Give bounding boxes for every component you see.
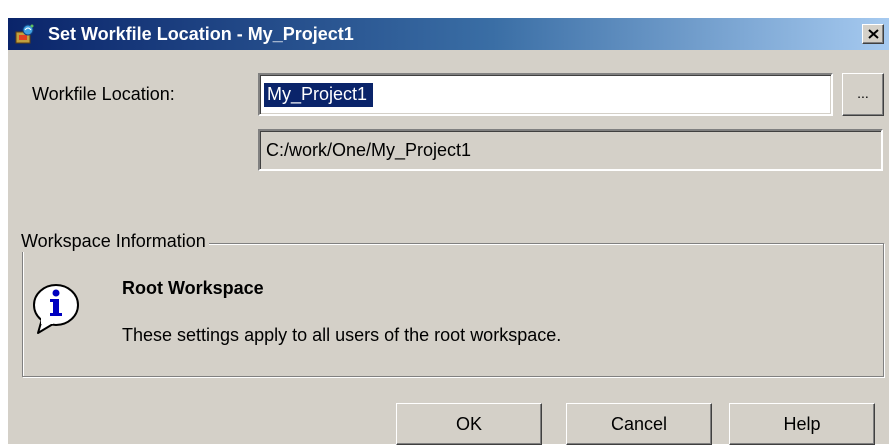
workfile-location-label: Workfile Location: xyxy=(32,84,175,104)
workspace-information-label: Workspace Information xyxy=(19,231,209,252)
workspace-title: Root Workspace xyxy=(122,278,264,298)
close-button[interactable] xyxy=(862,24,884,44)
resolved-path-field: C:/work/One/My_Project1 xyxy=(258,129,883,171)
info-icon xyxy=(33,284,79,334)
browse-button[interactable]: ... xyxy=(842,73,884,116)
cancel-button[interactable]: Cancel xyxy=(566,403,712,445)
workspace-information-group xyxy=(22,243,884,377)
workfile-location-value: My_Project1 xyxy=(264,83,374,107)
workspace-description: These settings apply to all users of the… xyxy=(122,325,562,345)
workfile-location-input[interactable]: My_Project1 xyxy=(258,73,833,116)
resolved-path-text: C:/work/One/My_Project1 xyxy=(266,140,472,160)
help-button[interactable]: Help xyxy=(729,403,875,445)
close-icon xyxy=(868,29,879,39)
ok-button[interactable]: OK xyxy=(396,403,542,445)
project-app-icon xyxy=(15,24,34,44)
title-bar[interactable]: Set Workfile Location - My_Project1 xyxy=(8,18,889,50)
window-title: Set Workfile Location - My_Project1 xyxy=(48,24,354,44)
set-workfile-location-dialog: Set Workfile Location - My_Project1 Work… xyxy=(7,17,889,445)
